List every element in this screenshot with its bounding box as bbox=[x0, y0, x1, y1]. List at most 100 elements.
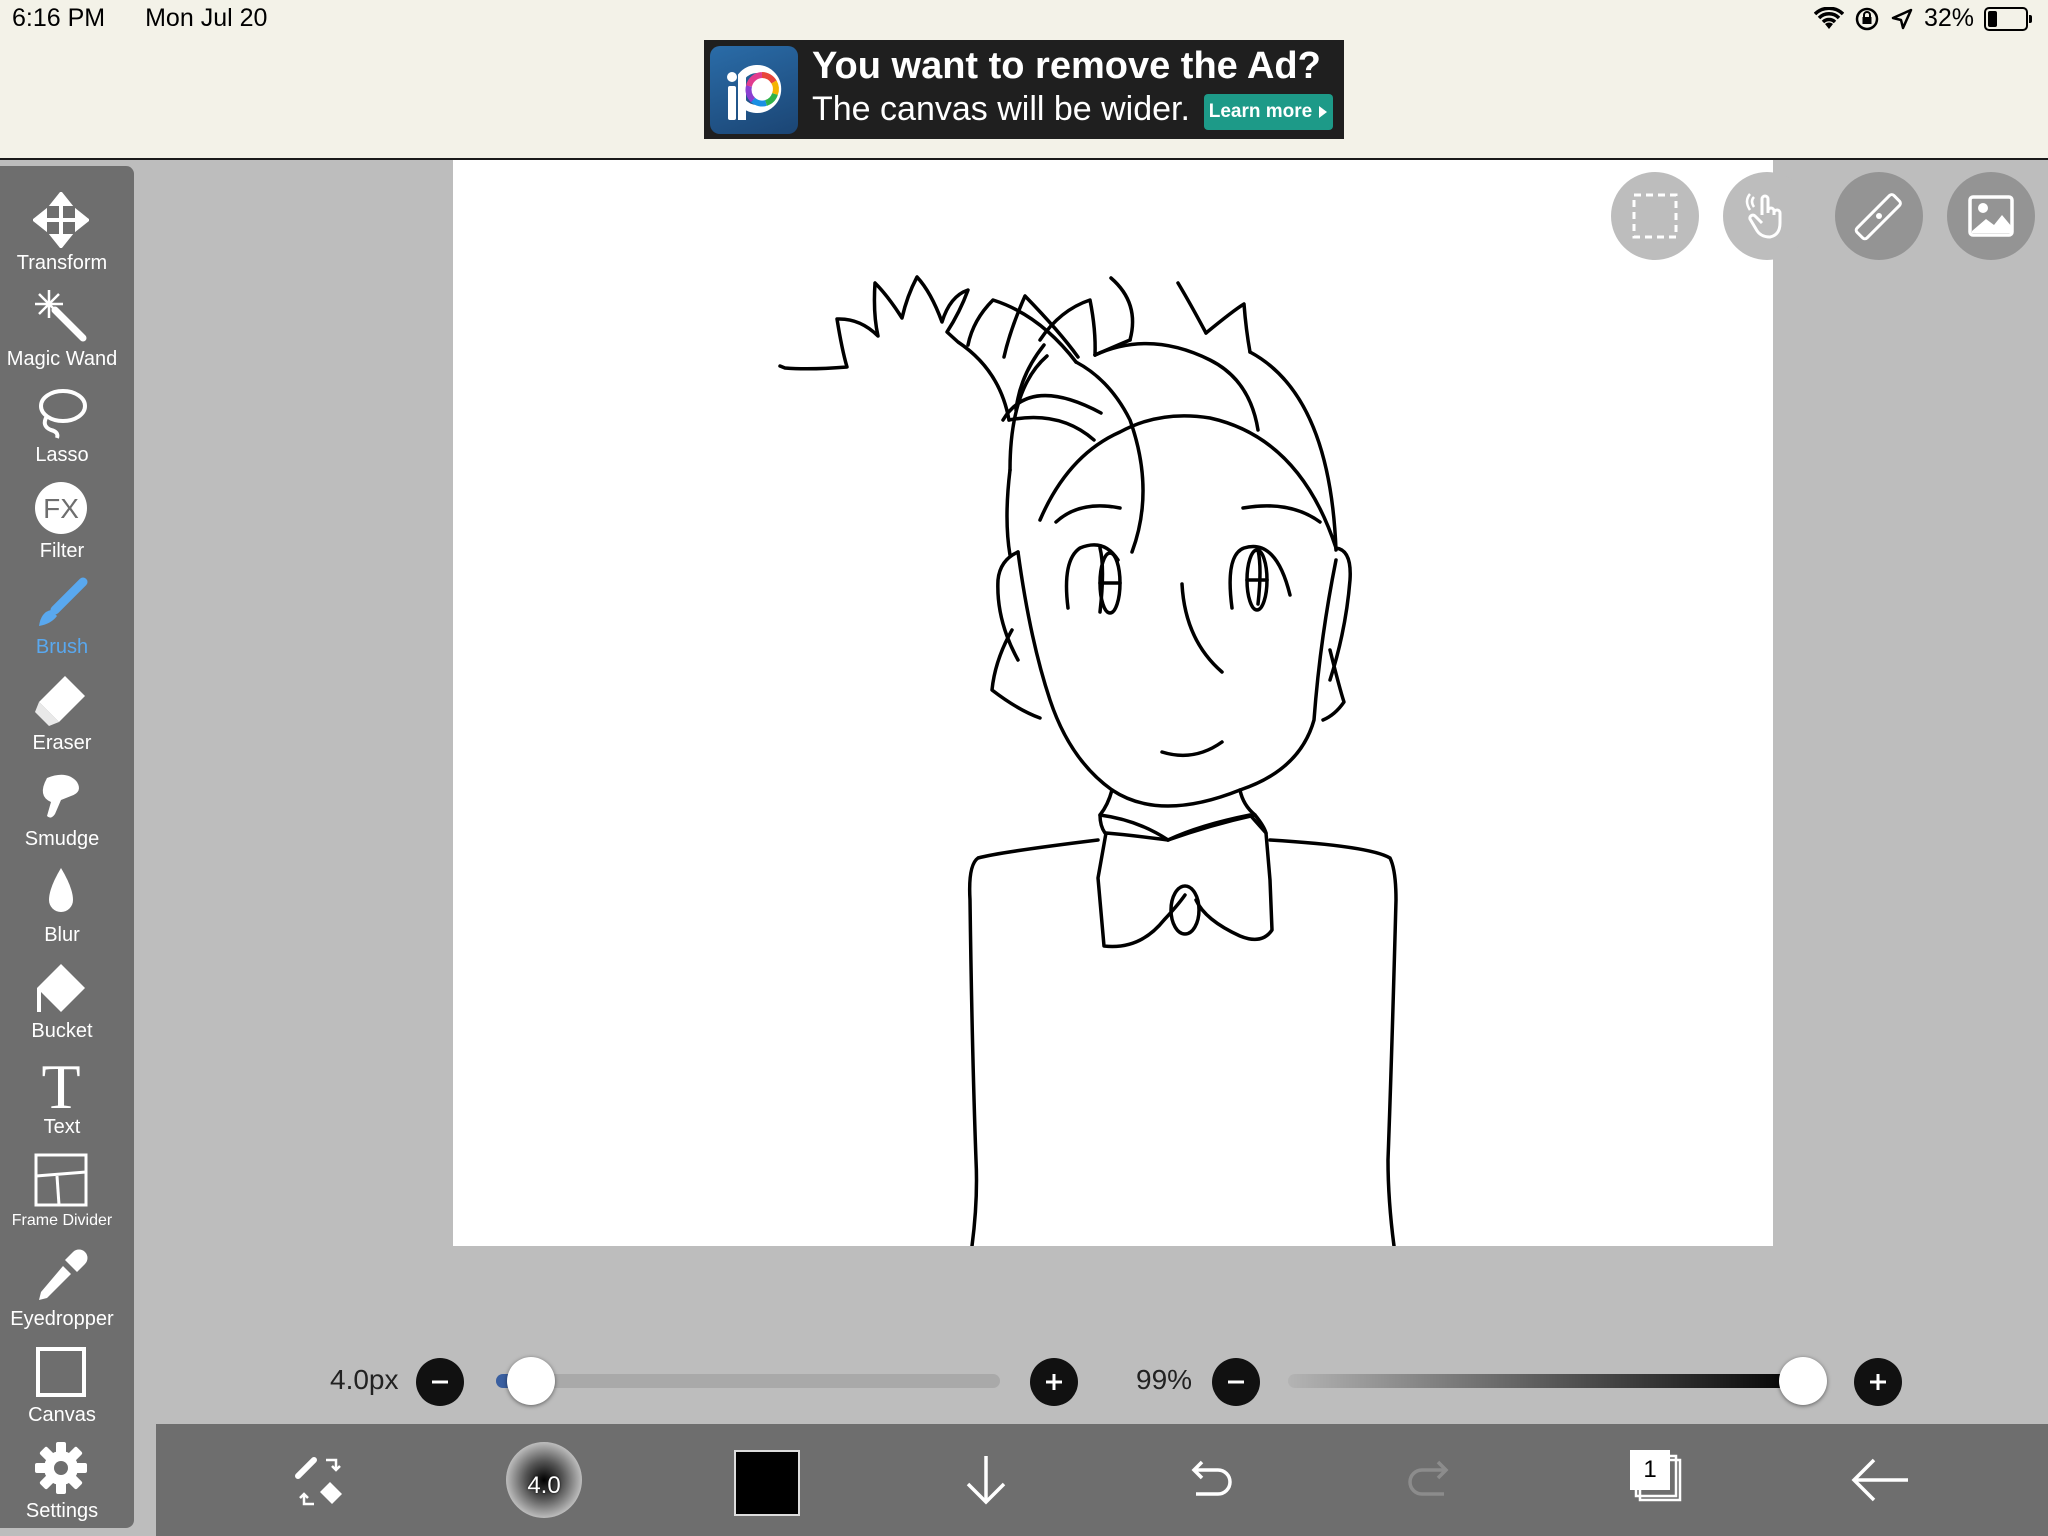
fx-icon: FX bbox=[35, 482, 87, 534]
magic-wand-icon bbox=[35, 290, 87, 342]
tool-label: Eyedropper bbox=[10, 1308, 114, 1330]
undo-icon bbox=[1191, 1460, 1232, 1496]
layer-count: 1 bbox=[1643, 1456, 1657, 1483]
redo-icon bbox=[1408, 1460, 1449, 1496]
arrow-down-icon bbox=[966, 1456, 1006, 1505]
opacity-slider-thumb[interactable] bbox=[1778, 1357, 1827, 1405]
eraser-icon bbox=[35, 676, 85, 726]
tool-canvas[interactable]: Canvas bbox=[0, 1330, 124, 1426]
plus-icon bbox=[1046, 1374, 1062, 1390]
tool-lasso[interactable]: Lasso bbox=[0, 370, 124, 466]
tool-label: Filter bbox=[39, 540, 85, 562]
move-arrows-icon bbox=[33, 192, 89, 248]
tool-smudge[interactable]: Smudge bbox=[0, 754, 124, 850]
opacity-increase-button[interactable] bbox=[1854, 1358, 1902, 1406]
minus-icon bbox=[432, 1380, 448, 1384]
svg-text:FX: FX bbox=[43, 493, 79, 524]
drawing-canvas[interactable] bbox=[453, 160, 2035, 1246]
tool-label: Lasso bbox=[35, 444, 89, 466]
learn-more-label: Learn more bbox=[1208, 101, 1313, 122]
text-t-icon: T bbox=[41, 1056, 80, 1112]
brush-size-slider[interactable] bbox=[496, 1374, 1000, 1388]
status-time: 6:16 PM bbox=[12, 4, 106, 32]
tool-panel: Transform Magic Wand Lasso FX Filter Bru… bbox=[0, 166, 134, 1528]
tool-brush[interactable]: Brush bbox=[0, 562, 124, 658]
tool-label: Text bbox=[43, 1116, 81, 1138]
battery-percent: 32% bbox=[1923, 4, 1974, 32]
layers-button[interactable]: 1 bbox=[1626, 1446, 1686, 1506]
redo-button[interactable] bbox=[1404, 1452, 1460, 1508]
touch-button[interactable] bbox=[1723, 172, 1811, 260]
bottom-toolbar: 4.0 1 bbox=[156, 1424, 2048, 1536]
opacity-decrease-button[interactable] bbox=[1212, 1358, 1260, 1406]
back-arrow-icon bbox=[1851, 1458, 1908, 1502]
brush-preview-value: 4.0 bbox=[527, 1472, 561, 1499]
eyedropper-icon bbox=[39, 1249, 88, 1300]
battery-icon bbox=[1984, 6, 2032, 31]
app-logo-icon bbox=[710, 46, 798, 134]
bucket-icon bbox=[37, 964, 85, 1012]
tool-label: Brush bbox=[35, 636, 89, 658]
brush-size-slider-thumb[interactable] bbox=[507, 1357, 556, 1405]
droplet-icon bbox=[49, 868, 73, 912]
tool-frame-divider[interactable]: Frame Divider bbox=[0, 1138, 124, 1234]
brush-icon bbox=[39, 577, 88, 626]
color-swatch-button[interactable] bbox=[734, 1450, 800, 1516]
frame-divider-icon bbox=[34, 1153, 88, 1207]
gear-icon bbox=[35, 1442, 87, 1494]
image-icon bbox=[1968, 195, 2014, 237]
ruler-button[interactable] bbox=[1835, 172, 1923, 260]
lasso-icon bbox=[39, 389, 87, 439]
top-area: 6:16 PM Mon Jul 20 32% You want to remov… bbox=[0, 0, 2048, 160]
tool-label: Bucket bbox=[31, 1020, 93, 1042]
tool-label: Blur bbox=[44, 924, 80, 946]
plus-icon bbox=[1870, 1374, 1886, 1390]
tool-filter[interactable]: FX Filter bbox=[0, 466, 124, 562]
brush-size-value: 4.0px bbox=[330, 1364, 399, 1395]
swap-brush-eraser-button[interactable] bbox=[292, 1454, 348, 1510]
tool-text[interactable]: T Text bbox=[0, 1042, 124, 1138]
arrow-down-button[interactable] bbox=[958, 1452, 1014, 1508]
orientation-lock-icon bbox=[1855, 7, 1879, 30]
brush-preview-button[interactable]: 4.0 bbox=[506, 1442, 582, 1518]
canvas-square-icon bbox=[36, 1347, 86, 1397]
wifi-icon bbox=[1813, 6, 1844, 29]
ad-banner[interactable]: You want to remove the Ad? The canvas wi… bbox=[704, 40, 1344, 139]
touch-hand-icon bbox=[1745, 193, 1782, 239]
tool-label: Smudge bbox=[24, 828, 100, 850]
tool-settings[interactable]: Settings bbox=[0, 1426, 124, 1522]
tool-transform[interactable]: Transform bbox=[0, 178, 124, 274]
caret-right-icon bbox=[1319, 106, 1328, 118]
reference-image-button[interactable] bbox=[1947, 172, 2035, 260]
tool-label: Frame Divider bbox=[11, 1212, 113, 1229]
status-bar-left: 6:16 PM Mon Jul 20 bbox=[12, 4, 267, 33]
tool-eyedropper[interactable]: Eyedropper bbox=[0, 1234, 124, 1330]
tool-magic-wand[interactable]: Magic Wand bbox=[0, 274, 124, 370]
ruler-icon bbox=[1854, 193, 1902, 241]
status-date: Mon Jul 20 bbox=[145, 4, 268, 32]
selection-button[interactable] bbox=[1611, 172, 1699, 260]
tool-label: Canvas bbox=[28, 1404, 96, 1426]
tool-label: Settings bbox=[25, 1500, 99, 1522]
minus-icon bbox=[1228, 1380, 1244, 1384]
undo-button[interactable] bbox=[1180, 1452, 1236, 1508]
swap-brush-eraser-icon bbox=[295, 1457, 342, 1506]
ad-headline: You want to remove the Ad? bbox=[812, 45, 1321, 87]
svg-text:T: T bbox=[41, 1056, 80, 1112]
sketch-drawing bbox=[778, 275, 1398, 1246]
opacity-value: 99% bbox=[1136, 1364, 1193, 1395]
smudge-icon bbox=[42, 774, 79, 818]
selection-icon bbox=[1632, 193, 1678, 239]
tool-label: Transform bbox=[16, 252, 108, 274]
brush-size-decrease-button[interactable] bbox=[416, 1358, 464, 1406]
tool-label: Eraser bbox=[32, 732, 92, 754]
tool-blur[interactable]: Blur bbox=[0, 850, 124, 946]
ad-subline: The canvas will be wider. bbox=[812, 90, 1190, 128]
learn-more-button[interactable]: Learn more bbox=[1204, 94, 1333, 130]
back-button[interactable] bbox=[1850, 1452, 1910, 1508]
tool-eraser[interactable]: Eraser bbox=[0, 658, 124, 754]
tool-label: Magic Wand bbox=[6, 348, 118, 370]
brush-size-increase-button[interactable] bbox=[1030, 1358, 1078, 1406]
tool-bucket[interactable]: Bucket bbox=[0, 946, 124, 1042]
opacity-slider[interactable] bbox=[1288, 1374, 1808, 1388]
